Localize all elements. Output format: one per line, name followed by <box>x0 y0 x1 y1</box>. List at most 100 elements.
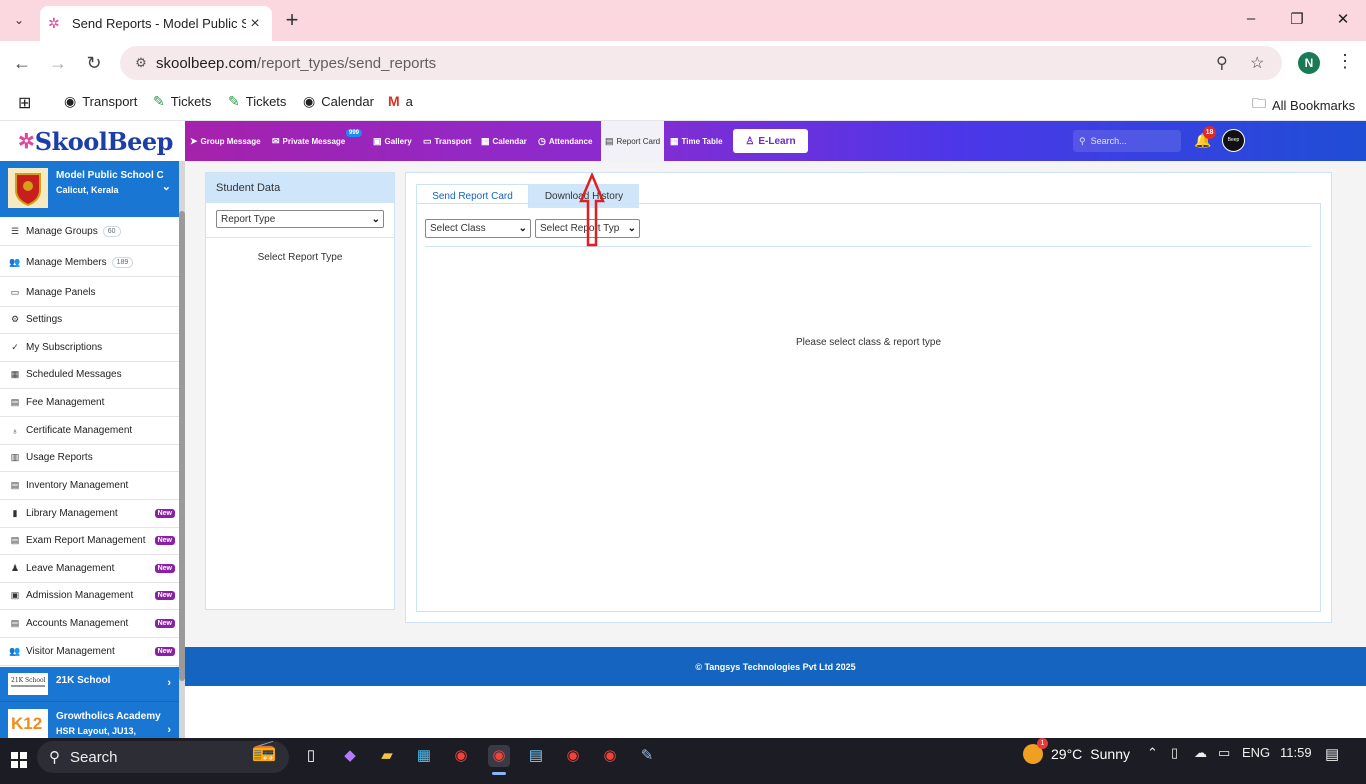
site-settings-icon[interactable]: ⚙ <box>126 55 156 71</box>
sidebar-item-manage-groups[interactable]: ☰ Manage Groups 60 <box>0 218 179 246</box>
tab-search-button[interactable]: ⌄ <box>7 8 31 32</box>
divider <box>425 246 1311 247</box>
browser-tab-active[interactable]: ✲ Send Reports - Model Public Sc × <box>40 6 272 41</box>
skoolbeep-logo[interactable]: ✲ SkoolBeep <box>0 121 185 161</box>
bookmark-tickets-2[interactable]: ✎ Tickets <box>228 93 286 110</box>
sidebar-item-fee-management[interactable]: ▤ Fee Management <box>0 389 179 417</box>
radio-widget-icon[interactable]: 📻 <box>240 740 288 770</box>
new-badge: New <box>154 591 175 600</box>
task-view-icon[interactable]: ▯ <box>300 745 322 767</box>
sidebar-item-my-subscriptions[interactable]: ✓ My Subscriptions <box>0 334 179 362</box>
store-icon[interactable]: ▦ <box>413 745 435 767</box>
language-indicator[interactable]: ENG <box>1242 745 1270 760</box>
reload-button[interactable]: ↻ <box>83 52 105 74</box>
bookmark-gmail[interactable]: Ma <box>388 93 413 109</box>
elearn-button[interactable]: ♙ E-Learn <box>733 129 808 153</box>
sidebar-item-accounts-management[interactable]: ▤ Accounts Management New <box>0 610 179 638</box>
apps-grid-icon[interactable]: ⊞ <box>18 93 31 113</box>
browser-toolbar: ← → ↻ ⚙ skoolbeep.com/report_types/send_… <box>0 41 1366 85</box>
select-class-dropdown[interactable]: Select Class ⌄ <box>425 219 531 238</box>
bookmark-calendar[interactable]: ◉ Calendar <box>303 93 374 110</box>
sidebar-item-manage-members[interactable]: 👥 Manage Members 189 <box>0 249 179 277</box>
select-class-report-message: Please select class & report type <box>795 337 942 348</box>
profile-avatar[interactable]: N <box>1298 52 1320 74</box>
tray-cloud-icon[interactable]: ☁ <box>1194 745 1207 761</box>
school-selector-growtholics[interactable]: K12 Growtholics Academy HSR Layout, JU13… <box>0 701 179 738</box>
new-tab-button[interactable]: + <box>281 8 303 32</box>
globe-icon: ◉ <box>64 93 77 109</box>
sidebar-item-exam-report-management[interactable]: ▤ Exam Report Management New <box>0 527 179 555</box>
sidebar-item-visitor-management[interactable]: 👥 Visitor Management New <box>0 638 179 666</box>
all-bookmarks[interactable]: 🗀 All Bookmarks <box>1252 93 1355 117</box>
nav-report-card[interactable]: ▤ Report Card <box>601 121 665 161</box>
nav-transport[interactable]: ▭ Transport <box>423 121 471 161</box>
address-url: skoolbeep.com/report_types/send_reports <box>156 54 437 72</box>
sidebar-item-usage-reports[interactable]: ▥ Usage Reports <box>0 444 179 472</box>
file-explorer-icon[interactable]: ▰ <box>376 745 398 767</box>
close-tab-icon[interactable]: × <box>246 15 264 33</box>
tickets-icon: ✎ <box>228 93 240 109</box>
chrome-profile-icon[interactable]: ◉ <box>562 745 584 767</box>
forward-button[interactable]: → <box>47 52 69 74</box>
browser-menu-icon[interactable]: ⋮ <box>1336 51 1354 72</box>
notification-center-icon[interactable]: ▤ <box>1325 745 1339 763</box>
bar-chart-icon: ▥ <box>10 452 20 462</box>
sidebar-item-leave-management[interactable]: ♟ Leave Management New <box>0 555 179 583</box>
school-selector-21k[interactable]: 21K School 21K School › <box>0 667 179 701</box>
address-bar[interactable]: ⚙ skoolbeep.com/report_types/send_report… <box>120 46 1282 80</box>
chrome-icon[interactable]: ◉ <box>450 745 472 767</box>
report-type-select[interactable]: Report Type ⌄ <box>216 210 384 228</box>
sidebar-item-admission-management[interactable]: ▣ Admission Management New <box>0 582 179 610</box>
user-avatar[interactable]: Beep <box>1222 129 1245 152</box>
sidebar-item-library-management[interactable]: ▮ Library Management New <box>0 500 179 528</box>
chrome-profile-2-icon[interactable]: ◉ <box>599 745 621 767</box>
copilot-icon[interactable]: ◆ <box>339 745 361 767</box>
restore-window-button[interactable]: ❐ <box>1287 10 1307 28</box>
nav-calendar[interactable]: ▦ Calendar <box>481 121 527 161</box>
chevron-down-icon: ⌄ <box>518 223 527 234</box>
clock[interactable]: 11:59 <box>1280 745 1312 760</box>
sidebar-item-inventory-management[interactable]: ▤ Inventory Management <box>0 472 179 500</box>
bookmark-transport[interactable]: ◉ Transport <box>64 93 137 110</box>
windows-start-icon[interactable] <box>11 752 27 768</box>
school-selector-current[interactable]: Model Public School C Calicut, Kerala ⌄ <box>0 161 179 217</box>
nav-time-table[interactable]: ▦ Time Table <box>670 121 723 161</box>
zoom-icon[interactable]: ⚲ <box>1216 53 1228 73</box>
app-footer: © Tangsys Technologies Pvt Ltd 2025 <box>185 647 1366 686</box>
chevron-down-icon: ⌄ <box>161 181 171 193</box>
notepad-icon[interactable]: ▤ <box>525 745 547 767</box>
users-icon: 👥 <box>9 646 21 656</box>
close-window-button[interactable]: ✕ <box>1333 10 1353 28</box>
sidebar: Model Public School C Calicut, Kerala ⌄ … <box>0 161 185 738</box>
user-minus-icon: ♟ <box>10 563 20 573</box>
minimize-window-button[interactable]: – <box>1241 10 1261 27</box>
bookmark-tickets-1[interactable]: ✎ Tickets <box>153 93 211 110</box>
browser-tabstrip: ⌄ ✲ Send Reports - Model Public Sc × + –… <box>0 0 1366 41</box>
nav-group-message[interactable]: ➤ Group Message <box>190 121 261 161</box>
tray-battery-icon[interactable]: ▭ <box>1218 745 1230 761</box>
nav-private-message[interactable]: ✉ Private Message <box>272 121 345 161</box>
tray-chevron-up-icon[interactable]: ⌃ <box>1147 745 1158 761</box>
box-icon: ▤ <box>10 480 20 490</box>
nav-gallery[interactable]: ▣ Gallery <box>373 121 412 161</box>
sidebar-item-manage-panels[interactable]: ▭ Manage Panels <box>0 279 179 307</box>
annotation-up-arrow-icon <box>579 173 605 247</box>
gear-icon: ⚙ <box>10 314 20 324</box>
tray-device-icon[interactable]: ▯ <box>1171 745 1178 761</box>
app-search-input[interactable]: ⚲ Search... <box>1073 130 1181 152</box>
chevron-right-icon: › <box>167 677 171 689</box>
new-badge: New <box>154 564 175 573</box>
gmail-icon: M <box>388 93 400 109</box>
back-button[interactable]: ← <box>11 52 33 74</box>
nav-attendance[interactable]: ◷ Attendance <box>538 121 592 161</box>
sidebar-item-scheduled-messages[interactable]: ▦ Scheduled Messages <box>0 361 179 389</box>
chevron-right-icon: › <box>167 724 171 736</box>
book-icon: ▮ <box>12 508 18 518</box>
paint-icon[interactable]: ✎ <box>636 745 658 767</box>
sidebar-item-settings[interactable]: ⚙ Settings <box>0 306 179 334</box>
bookmark-star-icon[interactable]: ☆ <box>1250 53 1264 73</box>
weather-widget[interactable]: 1 29°C Sunny <box>1023 738 1130 764</box>
chrome-active-icon[interactable]: ◉ <box>488 745 510 767</box>
id-card-icon: ▣ <box>10 590 20 600</box>
sidebar-item-certificate-management[interactable]: ♁ Certificate Management <box>0 417 179 445</box>
